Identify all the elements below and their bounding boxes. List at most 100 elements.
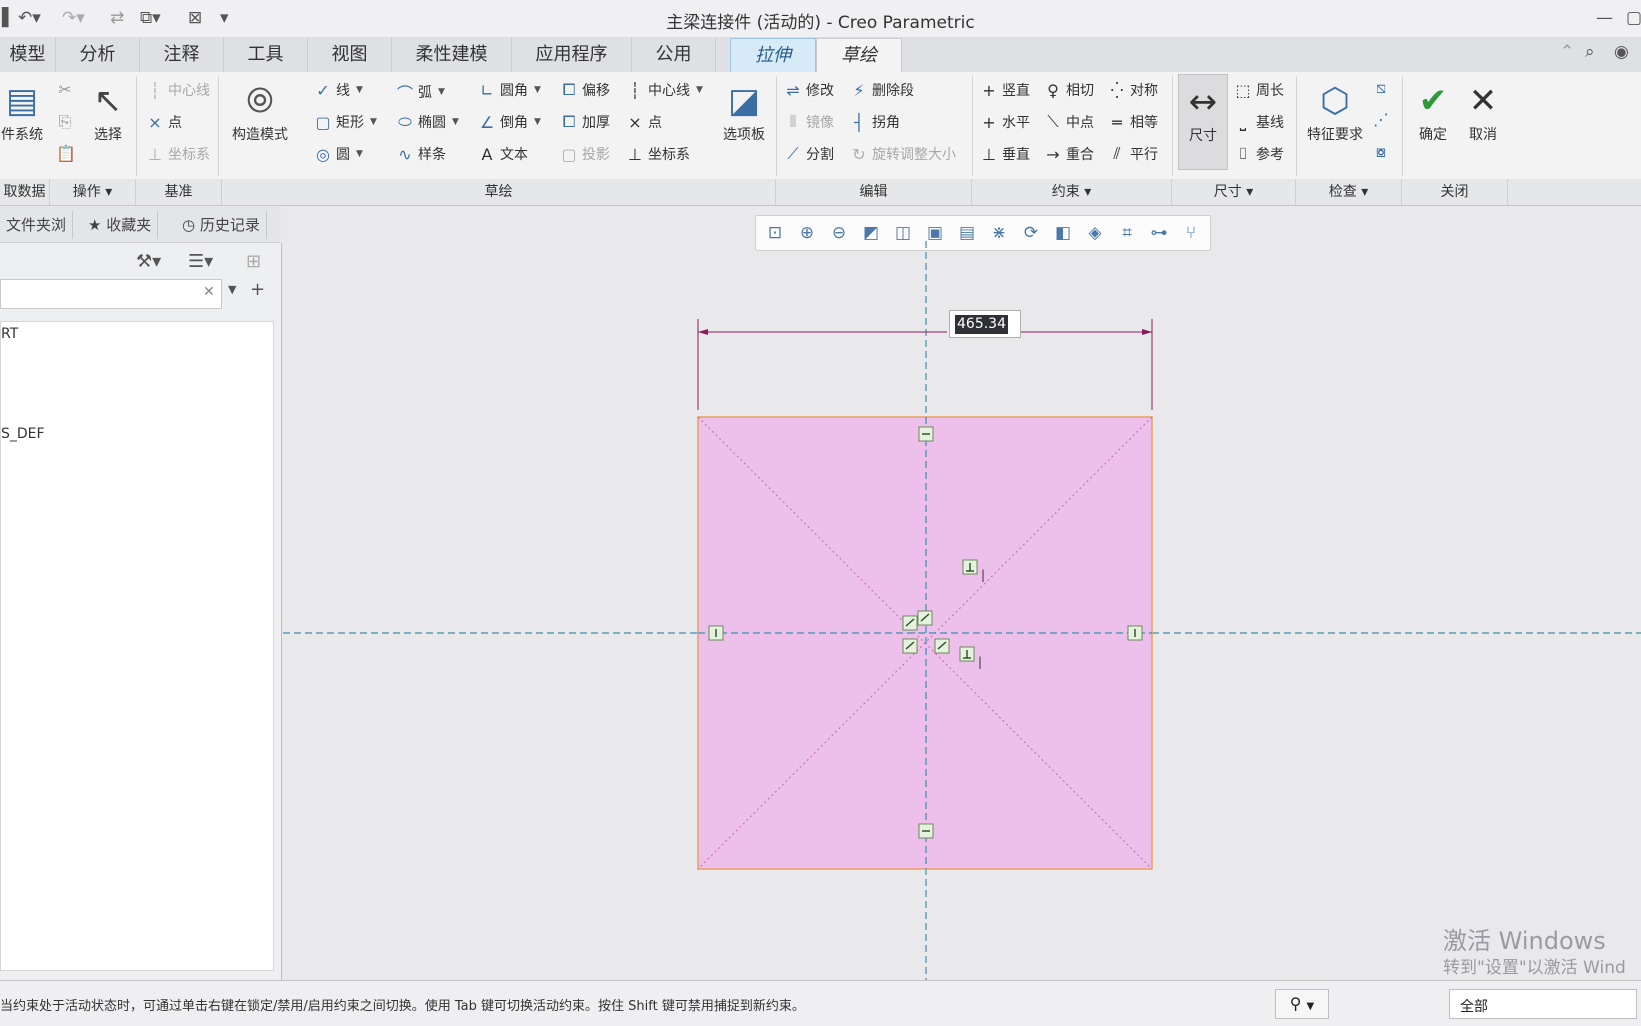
clear-icon[interactable]: ✕ [203, 284, 215, 300]
rectangle-button[interactable]: ▢ 矩形 ▼ [314, 112, 376, 132]
maximize-icon[interactable]: ▢ [1626, 8, 1641, 28]
group-inspect[interactable]: 检查 ▾ [1296, 179, 1402, 205]
tab-sketch[interactable]: 草绘 [816, 38, 902, 72]
search-icon[interactable]: ⌕ [1585, 42, 1595, 62]
datum-coord-button[interactable]: ⊥ 坐标系 [146, 144, 210, 164]
chamfer-button[interactable]: ∠ 倒角 ▼ [478, 112, 541, 132]
spline-button[interactable]: ∿ 样条 [396, 144, 446, 164]
collapse-ribbon-icon[interactable]: ⌃ [1560, 42, 1574, 62]
model-tree: RT S_DEF [0, 321, 274, 971]
baseline-button[interactable]: ⎵ 基线 [1234, 112, 1284, 132]
thicken-button[interactable]: ⧠ 加厚 [560, 112, 610, 132]
symmetric-constraint-button[interactable]: ⁛ 对称 [1108, 80, 1158, 100]
search-dropdown-icon[interactable]: ▼ [228, 283, 236, 296]
find-button[interactable]: ⚲ ▼ [1275, 989, 1329, 1019]
tangent-constraint-button[interactable]: ♀ 相切 [1044, 80, 1094, 100]
reference-button[interactable]: ⌷ 参考 [1234, 144, 1284, 164]
tree-filters-icon[interactable]: ☰▾ [188, 251, 213, 272]
tab-flexible-modeling[interactable]: 柔性建模 [392, 38, 512, 72]
group-dimension[interactable]: 尺寸 ▾ [1172, 179, 1296, 205]
tab-history[interactable]: ◷ 历史记录 [176, 211, 267, 239]
dimension-button[interactable]: ↔ 尺寸 [1178, 74, 1228, 170]
vertical-constraint-button[interactable]: + 竖直 [980, 80, 1030, 100]
corner-button[interactable]: ┤ 拐角 [850, 112, 900, 132]
horizontal-constraint-button[interactable]: + 水平 [980, 112, 1030, 132]
shade-closed-loops-icon[interactable]: ⧇ [1372, 142, 1390, 162]
equal-constraint-button[interactable]: ═ 相等 [1108, 112, 1158, 132]
point-button[interactable]: × 点 [626, 112, 662, 132]
circle-button[interactable]: ◎ 圆 ▼ [314, 144, 363, 164]
feature-requirements-icon: ⬡ [1320, 81, 1350, 121]
ellipse-button[interactable]: ⬭ 椭圆 ▼ [396, 112, 459, 132]
tab-tools[interactable]: 工具 [224, 38, 308, 72]
ok-button[interactable]: ✔ 确定 [1408, 78, 1458, 144]
group-close: 关闭 [1402, 179, 1508, 205]
chevron-down-icon: ▼ [1306, 1001, 1315, 1012]
mirror-button[interactable]: ⫴ 镜像 [784, 112, 834, 132]
cancel-button[interactable]: ✕ 取消 [1458, 78, 1508, 144]
perpendicular-constraint-button[interactable]: ⊥ 垂直 [980, 144, 1030, 164]
dimension-icon: ↔ [1188, 82, 1218, 122]
coincident-constraint-button[interactable]: → 重合 [1044, 144, 1094, 164]
dimension-value-input[interactable]: 465.34 [949, 310, 1021, 338]
tree-item-part[interactable]: RT [1, 326, 18, 342]
datum-centerline-button[interactable]: ┆ 中心线 [146, 80, 210, 100]
tab-annotate[interactable]: 注释 [140, 38, 224, 72]
fillet-button[interactable]: ∟ 圆角 ▼ [478, 80, 541, 100]
graphics-area[interactable]: ⊡ ⊕ ⊖ ◩ ◫ ▣ ▤ ⋇ ⟳ ◧ ◈ ⌗ ⊶ ⑂ | | 465.34 激… [283, 207, 1641, 980]
parallel-constraint-button[interactable]: ⫽ 平行 [1108, 144, 1158, 164]
rotate-resize-button[interactable]: ↻ 旋转调整大小 [850, 144, 956, 164]
tab-analysis[interactable]: 分析 [56, 38, 140, 72]
status-bar: 当约束处于活动状态时，可通过单击右键在锁定/禁用/启用约束之间切换。使用 Tab… [0, 980, 1641, 1026]
help-icon[interactable]: ◉ [1614, 42, 1629, 62]
datum-point-button[interactable]: × 点 [146, 112, 182, 132]
tab-utilities[interactable]: 公用 [632, 38, 716, 72]
close-icon: ✕ [1468, 81, 1498, 121]
group-operations[interactable]: 操作 ▾ [50, 179, 136, 205]
arc-button[interactable]: ⌒ 弧 ▼ [396, 80, 445, 104]
paste-icon[interactable]: 📋 [56, 144, 76, 163]
ribbon-tabs: 模型 分析 注释 工具 视图 柔性建模 应用程序 公用 拉伸 草绘 ⌃ ⌕ ◉ [0, 38, 1641, 72]
clock-icon: ◷ [182, 216, 196, 234]
perimeter-button[interactable]: ⬚ 周长 [1234, 80, 1284, 100]
offset-button[interactable]: ⧠ 偏移 [560, 80, 610, 100]
file-system-button[interactable]: ▤ 件系统 [0, 78, 44, 144]
text-button[interactable]: A 文本 [478, 144, 528, 164]
select-button[interactable]: ↖ 选择 [86, 78, 130, 144]
construction-mode-button[interactable]: ⦾ 构造模式 [222, 78, 298, 144]
selection-filter[interactable]: 全部 [1449, 989, 1637, 1019]
midpoint-constraint-button[interactable]: ⟍ 中点 [1044, 112, 1094, 132]
svg-text:|: | [978, 655, 982, 669]
search-input[interactable]: ✕ [0, 279, 222, 309]
cut-icon[interactable]: ✂ [56, 80, 74, 99]
tab-applications[interactable]: 应用程序 [512, 38, 632, 72]
line-button[interactable]: ✓ 线 ▼ [314, 80, 363, 100]
tree-item-csys-def[interactable]: S_DEF [1, 426, 45, 442]
ribbon: ▤ 件系统 ✂ ⎘ 📋 ↖ 选择 ┆ 中心线 × 点 ⊥ 坐标系 ⦾ 构造模式 ✓ 线 ▼… [0, 72, 1641, 206]
feature-requirements-button[interactable]: ⬡ 特征要求 [1302, 78, 1368, 144]
project-button[interactable]: ▢ 投影 [560, 144, 610, 164]
minimize-icon[interactable]: — [1596, 8, 1613, 28]
group-constrain[interactable]: 约束 ▾ [972, 179, 1172, 205]
centerline-button[interactable]: ┆ 中心线 ▼ [626, 80, 703, 100]
tab-folder-browser[interactable]: 文件夹浏 [0, 211, 74, 239]
palette-button[interactable]: ◪ 选项板 [716, 78, 772, 144]
divide-button[interactable]: ⟋ 分割 [784, 144, 834, 164]
tree-columns-icon[interactable]: ⊞ [246, 251, 261, 272]
delete-segment-button[interactable]: ⚡ 删除段 [850, 80, 914, 100]
modify-button[interactable]: ⇌ 修改 [784, 80, 834, 100]
coord-system-button[interactable]: ⊥ 坐标系 [626, 144, 690, 164]
tab-view[interactable]: 视图 [308, 38, 392, 72]
window-title: 主梁连接件 (活动的) - Creo Parametric [666, 13, 975, 33]
add-icon[interactable]: + [250, 279, 265, 300]
tab-model[interactable]: 模型 [0, 38, 56, 72]
tab-favorites[interactable]: ★ 收藏夹 [82, 211, 159, 239]
tree-settings-icon[interactable]: ⚒▾ [136, 251, 161, 272]
dimension-arrow [698, 329, 708, 335]
highlight-open-ends-icon[interactable]: ⋰ [1372, 110, 1390, 129]
activation-watermark-sub: 转到"设置"以激活 Wind [1443, 958, 1626, 978]
tab-extrude[interactable]: 拉伸 [730, 38, 816, 72]
navigator-panel: ⚒▾ ☰▾ ⊞ ✕ ▼ + RT S_DEF [0, 243, 282, 980]
overlap-geometry-icon[interactable]: ⧅ [1372, 78, 1390, 98]
copy-icon[interactable]: ⎘ [56, 112, 74, 132]
